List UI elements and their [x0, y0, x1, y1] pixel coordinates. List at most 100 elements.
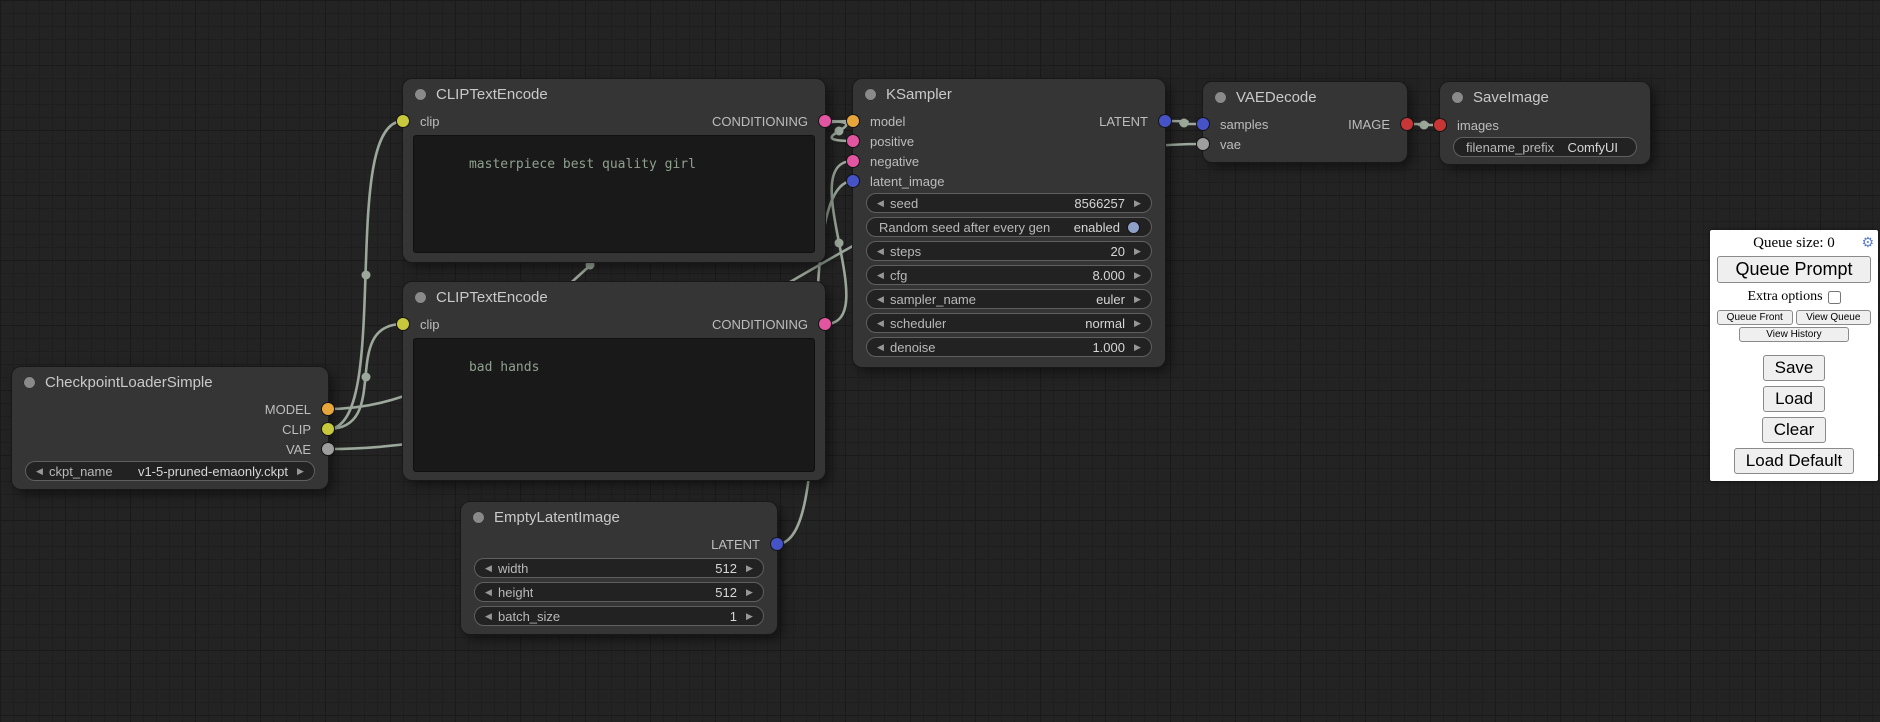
model-output-port[interactable] — [322, 403, 334, 415]
clip-input-port[interactable] — [397, 318, 409, 330]
output-slot-clip: CLIP — [282, 419, 328, 439]
widget-height[interactable]: ◀ height 512 ▶ — [474, 582, 764, 602]
extra-options-row: Extra options — [1717, 287, 1871, 307]
comfy-menu-panel: Queue size: 0 ⚙ Queue Prompt Extra optio… — [1710, 230, 1878, 481]
vae-input-port[interactable] — [1197, 138, 1209, 150]
latent-image-input-port[interactable] — [847, 175, 859, 187]
node-empty-latent-image[interactable]: EmptyLatentImage LATENT ◀ width 512 ▶ ◀ … — [461, 502, 777, 634]
output-slot-vae: VAE — [286, 439, 328, 459]
node-header[interactable]: CLIPTextEncode — [403, 282, 825, 312]
load-button[interactable]: Load — [1763, 386, 1825, 412]
view-history-button[interactable]: View History — [1739, 327, 1850, 342]
widget-filename-prefix[interactable]: filename_prefix ComfyUI — [1453, 137, 1637, 157]
collapse-dot-icon[interactable] — [23, 376, 36, 389]
widget-cfg[interactable]: ◀ cfg 8.000 ▶ — [866, 265, 1152, 285]
widget-sampler-name[interactable]: ◀ sampler_name euler ▶ — [866, 289, 1152, 309]
node-header[interactable]: KSampler — [853, 79, 1165, 109]
view-queue-button[interactable]: View Queue — [1796, 310, 1872, 325]
widget-batch-size[interactable]: ◀ batch_size 1 ▶ — [474, 606, 764, 626]
node-save-image[interactable]: SaveImage images filename_prefix ComfyUI — [1440, 82, 1650, 164]
node-header[interactable]: EmptyLatentImage — [461, 502, 777, 532]
extra-options-checkbox[interactable] — [1828, 291, 1841, 304]
widget-ckpt-name[interactable]: ◀ ckpt_name v1-5-pruned-emaonly.ckpt ▶ — [25, 461, 315, 481]
collapse-dot-icon[interactable] — [1451, 91, 1464, 104]
collapse-dot-icon[interactable] — [414, 291, 427, 304]
arrow-left-icon[interactable]: ◀ — [482, 587, 495, 598]
positive-input-port[interactable] — [847, 135, 859, 147]
node-header[interactable]: CheckpointLoaderSimple — [12, 367, 328, 397]
widget-value: euler — [1096, 292, 1131, 307]
arrow-right-icon[interactable]: ▶ — [1131, 246, 1144, 257]
node-header[interactable]: CLIPTextEncode — [403, 79, 825, 109]
clip-input-port[interactable] — [397, 115, 409, 127]
save-button[interactable]: Save — [1763, 355, 1826, 381]
collapse-dot-icon[interactable] — [472, 511, 485, 524]
node-ksampler[interactable]: KSampler model LATENT positive negative … — [853, 79, 1165, 367]
queue-front-button[interactable]: Queue Front — [1717, 310, 1793, 325]
node-header[interactable]: VAEDecode — [1203, 82, 1407, 112]
arrow-left-icon[interactable]: ◀ — [874, 318, 887, 329]
latent-output-port[interactable] — [1159, 115, 1171, 127]
widget-random-seed-toggle[interactable]: Random seed after every gen enabled — [866, 217, 1152, 237]
input-slot-positive: positive — [853, 131, 914, 151]
arrow-left-icon[interactable]: ◀ — [482, 611, 495, 622]
arrow-left-icon[interactable]: ◀ — [874, 294, 887, 305]
widget-steps[interactable]: ◀ steps 20 ▶ — [866, 241, 1152, 261]
prompt-textarea[interactable]: masterpiece best quality girl — [413, 135, 815, 253]
arrow-left-icon[interactable]: ◀ — [33, 466, 46, 477]
model-input-port[interactable] — [847, 115, 859, 127]
widget-label: sampler_name — [890, 292, 976, 307]
queue-prompt-button[interactable]: Queue Prompt — [1717, 256, 1871, 283]
settings-gear-icon[interactable]: ⚙ — [1861, 233, 1874, 253]
vae-output-port[interactable] — [322, 443, 334, 455]
widget-value: 1.000 — [1092, 340, 1131, 355]
node-vae-decode[interactable]: VAEDecode samples IMAGE vae — [1203, 82, 1407, 162]
arrow-right-icon[interactable]: ▶ — [1131, 270, 1144, 281]
conditioning-output-port[interactable] — [819, 115, 831, 127]
arrow-left-icon[interactable]: ◀ — [482, 563, 495, 574]
arrow-right-icon[interactable]: ▶ — [1131, 294, 1144, 305]
arrow-right-icon[interactable]: ▶ — [1131, 342, 1144, 353]
node-checkpoint-loader-simple[interactable]: CheckpointLoaderSimple MODEL CLIP VAE ◀ … — [12, 367, 328, 489]
slot-label: vae — [1220, 137, 1241, 152]
arrow-right-icon[interactable]: ▶ — [1131, 198, 1144, 209]
toggle-on-indicator[interactable] — [1128, 222, 1139, 233]
images-input-port[interactable] — [1434, 119, 1446, 131]
node-clip-text-encode-positive[interactable]: CLIPTextEncode clip CONDITIONING masterp… — [403, 79, 825, 262]
node-header[interactable]: SaveImage — [1440, 82, 1650, 112]
widget-value: 8566257 — [1074, 196, 1131, 211]
clear-button[interactable]: Clear — [1762, 417, 1827, 443]
arrow-right-icon[interactable]: ▶ — [743, 611, 756, 622]
latent-output-port[interactable] — [771, 538, 783, 550]
arrow-left-icon[interactable]: ◀ — [874, 342, 887, 353]
arrow-left-icon[interactable]: ◀ — [874, 246, 887, 257]
image-output-port[interactable] — [1401, 118, 1413, 130]
arrow-left-icon[interactable]: ◀ — [874, 270, 887, 281]
wire-midpoint-dot — [362, 373, 371, 382]
arrow-right-icon[interactable]: ▶ — [1131, 318, 1144, 329]
widget-width[interactable]: ◀ width 512 ▶ — [474, 558, 764, 578]
negative-input-port[interactable] — [847, 155, 859, 167]
arrow-right-icon[interactable]: ▶ — [294, 466, 307, 477]
load-default-button[interactable]: Load Default — [1734, 448, 1854, 474]
arrow-left-icon[interactable]: ◀ — [874, 198, 887, 209]
input-slot-clip: clip — [403, 314, 440, 334]
slot-label: LATENT — [711, 537, 760, 552]
collapse-dot-icon[interactable] — [414, 88, 427, 101]
widget-denoise[interactable]: ◀ denoise 1.000 ▶ — [866, 337, 1152, 357]
widget-scheduler[interactable]: ◀ scheduler normal ▶ — [866, 313, 1152, 333]
node-clip-text-encode-negative[interactable]: CLIPTextEncode clip CONDITIONING bad han… — [403, 282, 825, 480]
node-title: CLIPTextEncode — [436, 86, 548, 103]
clip-output-port[interactable] — [322, 423, 334, 435]
widget-seed[interactable]: ◀ seed 8566257 ▶ — [866, 193, 1152, 213]
samples-input-port[interactable] — [1197, 118, 1209, 130]
conditioning-output-port[interactable] — [819, 318, 831, 330]
slot-label: MODEL — [265, 402, 311, 417]
collapse-dot-icon[interactable] — [1214, 91, 1227, 104]
collapse-dot-icon[interactable] — [864, 88, 877, 101]
input-slot-vae: vae — [1203, 134, 1241, 154]
arrow-right-icon[interactable]: ▶ — [743, 563, 756, 574]
widget-label: denoise — [890, 340, 936, 355]
prompt-textarea[interactable]: bad hands — [413, 338, 815, 472]
arrow-right-icon[interactable]: ▶ — [743, 587, 756, 598]
